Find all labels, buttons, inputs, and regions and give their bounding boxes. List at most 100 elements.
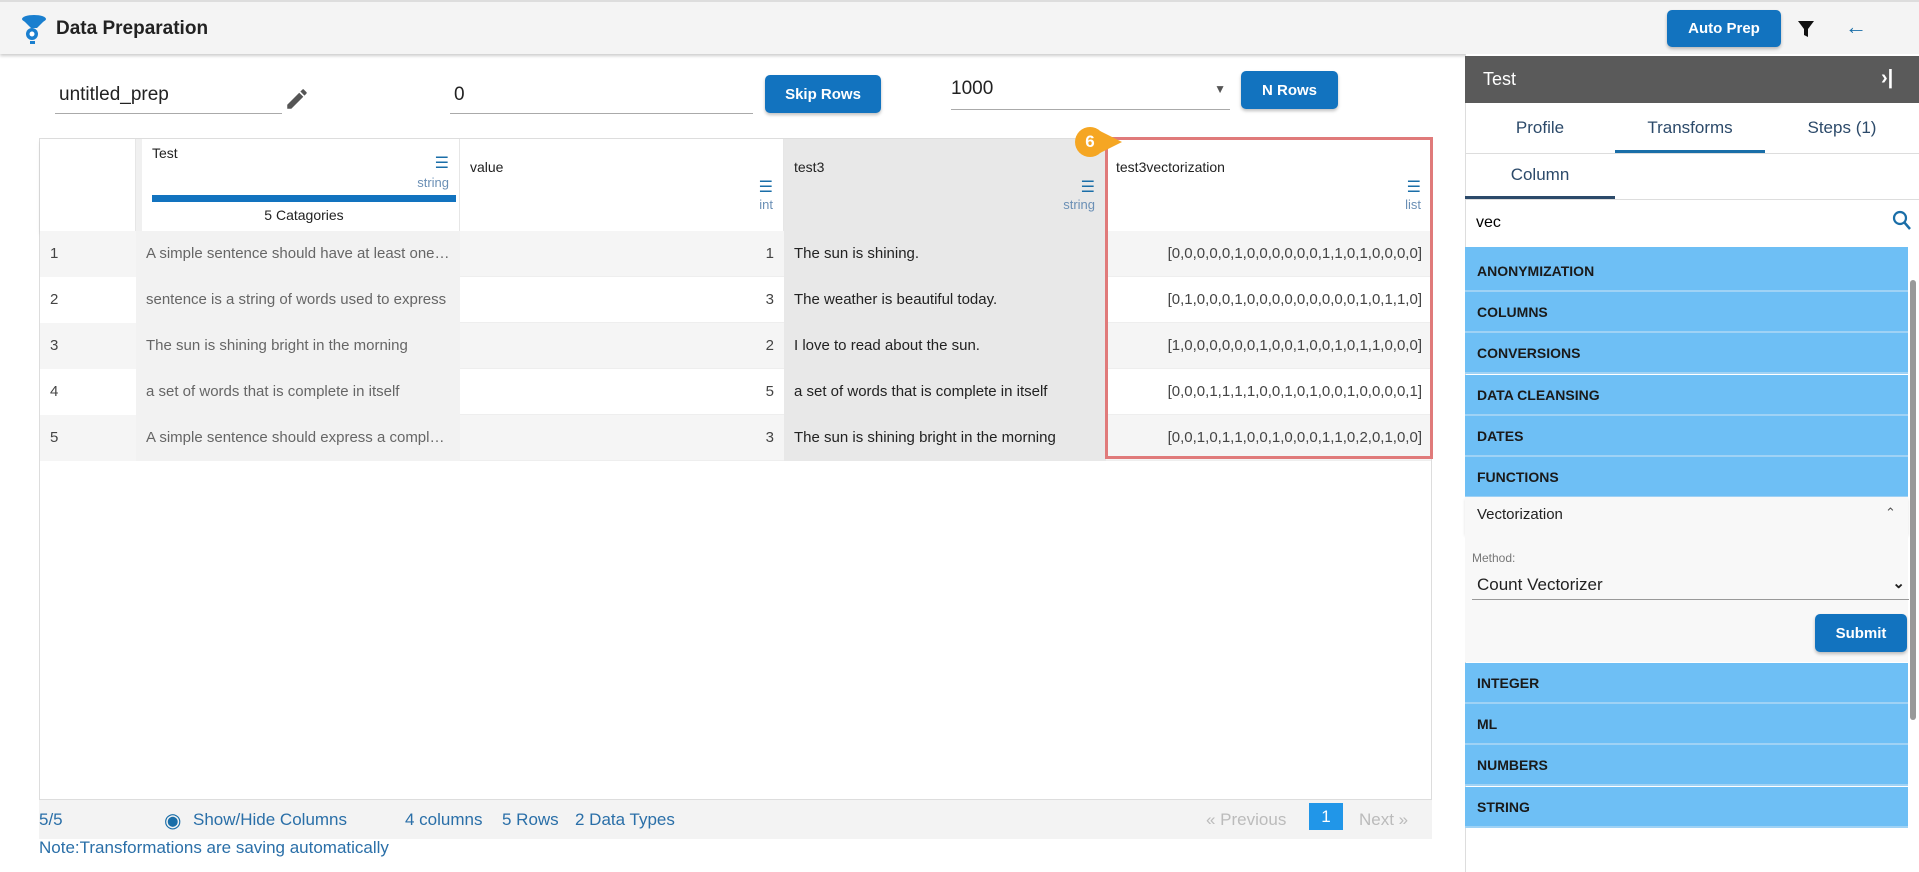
panel-header: Test ›| [1465, 56, 1919, 103]
method-label: Method: [1472, 551, 1516, 565]
cell-vec[interactable]: [0,0,1,0,1,1,0,0,1,0,0,0,1,1,0,2,0,1,0,0… [1106, 415, 1432, 461]
cell-vec[interactable]: [0,0,0,1,1,1,1,0,0,1,0,1,0,0,1,0,0,0,0,1… [1106, 369, 1432, 415]
category-conversions[interactable]: CONVERSIONS [1465, 333, 1908, 375]
skip-rows-input[interactable] [450, 76, 753, 114]
columns-count: 4 columns [405, 810, 483, 829]
column-type: string [417, 175, 449, 190]
cell-test3[interactable]: The sun is shining. [784, 231, 1106, 277]
cell-test3[interactable]: The sun is shining bright in the morning [784, 415, 1106, 461]
cell-test3[interactable]: The weather is beautiful today. [784, 277, 1106, 323]
column-menu-icon[interactable]: ☰ [435, 153, 449, 173]
subtab-column[interactable]: Column [1465, 154, 1615, 199]
category-columns[interactable]: COLUMNS [1465, 292, 1908, 334]
search-icon[interactable] [1892, 210, 1912, 232]
category-functions[interactable]: FUNCTIONS [1465, 457, 1908, 498]
category-numbers[interactable]: NUMBERS [1465, 745, 1908, 787]
autosave-note: Note:Transformations are saving automati… [39, 838, 389, 857]
filter-icon[interactable] [1797, 20, 1815, 38]
rows-count: 5 Rows [502, 810, 559, 829]
cell-test[interactable]: sentence is a string of words used to ex… [136, 277, 460, 323]
column-header-test3[interactable]: test3 ☰ string [784, 139, 1106, 231]
cell-idx[interactable]: 3 [40, 323, 136, 369]
previous-page-button[interactable]: « Previous [1206, 810, 1286, 830]
method-select[interactable]: Count Vectorizer ⌄ [1472, 570, 1909, 600]
panel-title: Test [1483, 69, 1517, 89]
divider [1465, 199, 1919, 200]
cell-idx[interactable]: 4 [40, 369, 136, 415]
cell-vec[interactable]: [1,0,0,0,0,0,0,1,0,0,1,0,0,1,0,1,1,0,0,0… [1106, 323, 1432, 369]
index-header [40, 139, 136, 231]
data-prep-logo-icon [22, 15, 46, 44]
table-row: 2 sentence is a string of words used to e… [40, 277, 1431, 323]
column-header-test[interactable]: Test ☰ string 5 Catagories [136, 139, 460, 231]
category-integer[interactable]: INTEGER [1465, 663, 1908, 704]
edit-pencil-icon[interactable] [284, 86, 310, 112]
category-string[interactable]: STRING [1465, 786, 1908, 828]
nrows-button[interactable]: N Rows [1241, 71, 1338, 109]
data-grid: Test ☰ string 5 Catagories value ☰ int t… [39, 138, 1432, 800]
cell-test3[interactable]: I love to read about the sun. [784, 323, 1106, 369]
data-types-count: 2 Data Types [575, 810, 675, 829]
column-header-test3vectorization[interactable]: test3vectorization ☰ list [1106, 139, 1432, 231]
collapse-panel-icon[interactable]: ›| [1881, 67, 1893, 90]
cell-vec[interactable]: [0,1,0,0,0,1,0,0,0,0,0,0,0,0,0,1,0,1,1,0… [1106, 277, 1432, 323]
cell-value[interactable]: 1 [460, 231, 784, 277]
category-data-cleansing[interactable]: DATA CLEANSING [1465, 374, 1908, 416]
column-menu-icon[interactable]: ☰ [1407, 177, 1421, 197]
eye-icon[interactable]: ◉ [164, 808, 181, 833]
column-name: value [470, 159, 504, 175]
cell-vec[interactable]: [0,0,0,0,0,1,0,0,0,0,0,0,1,1,0,1,0,0,0,0… [1106, 231, 1432, 277]
column-type: string [1063, 197, 1095, 212]
chevron-up-icon[interactable]: ⌃ [1885, 505, 1896, 521]
cell-idx[interactable]: 5 [40, 415, 136, 461]
cell-value[interactable]: 3 [460, 415, 784, 461]
skip-rows-button[interactable]: Skip Rows [765, 75, 881, 113]
cell-test[interactable]: The sun is shining bright in the morning [136, 323, 460, 369]
tab-transforms[interactable]: Transforms [1615, 103, 1765, 153]
category-dates[interactable]: DATES [1465, 415, 1908, 457]
tab-profile[interactable]: Profile [1465, 103, 1615, 153]
method-value: Count Vectorizer [1477, 575, 1603, 594]
cell-value[interactable]: 2 [460, 323, 784, 369]
cell-test[interactable]: a set of words that is complete in itsel… [136, 369, 460, 415]
auto-prep-button[interactable]: Auto Prep [1667, 10, 1781, 47]
column-menu-icon[interactable]: ☰ [1081, 177, 1095, 197]
cell-value[interactable]: 3 [460, 277, 784, 323]
table-row: 1A simple sentence should have at least … [40, 231, 1431, 277]
column-menu-icon[interactable]: ☰ [759, 177, 773, 197]
column-name: test3 [794, 159, 825, 175]
column-name: Test [152, 145, 178, 161]
cell-idx[interactable]: 1 [40, 231, 136, 277]
badge-pointer [1100, 131, 1122, 153]
submit-button[interactable]: Submit [1815, 614, 1907, 652]
column-type: int [759, 197, 773, 212]
cell-test[interactable]: A simple sentence should express a compl… [136, 415, 460, 461]
cell-idx[interactable]: 2 [40, 277, 136, 323]
back-arrow-icon[interactable]: ← [1845, 14, 1867, 40]
dropdown-caret-icon: ▼ [1214, 82, 1226, 96]
category-ml[interactable]: ML [1465, 704, 1908, 746]
nrows-select[interactable]: 1000 ▼ [951, 72, 1230, 110]
table-row: 5A simple sentence should express a comp… [40, 415, 1431, 461]
chevron-down-icon: ⌄ [1892, 575, 1905, 592]
next-page-button[interactable]: Next » [1359, 810, 1408, 830]
vectorization-section-header[interactable]: Vectorization ⌃ [1465, 497, 1908, 534]
panel-scrollbar[interactable] [1910, 280, 1916, 720]
column-header-value[interactable]: value ☰ int [460, 139, 784, 231]
column-name: test3vectorization [1116, 159, 1225, 175]
prep-name-input[interactable] [55, 76, 282, 114]
transform-search-input[interactable] [1470, 205, 1870, 241]
app-header: Data Preparation Auto Prep ← [0, 0, 1919, 54]
show-hide-columns-link[interactable]: Show/Hide Columns [193, 810, 347, 830]
cell-test[interactable]: A simple sentence should have at least o… [136, 231, 460, 277]
tab-steps[interactable]: Steps (1) [1765, 103, 1919, 153]
row-count: 5/5 [39, 810, 63, 829]
cell-value[interactable]: 5 [460, 369, 784, 415]
page-1-button[interactable]: 1 [1309, 803, 1343, 830]
category-bar [152, 195, 456, 202]
section-title: Vectorization [1477, 506, 1563, 523]
table-row: 3 The sun is shining bright in the mornin… [40, 323, 1431, 369]
category-anonymization[interactable]: ANONYMIZATION [1465, 251, 1908, 292]
cell-test3[interactable]: a set of words that is complete in itsel… [784, 369, 1106, 415]
grid-footer: 5/5 ◉ Show/Hide Columns 4 columns 5 Rows… [39, 800, 1432, 839]
